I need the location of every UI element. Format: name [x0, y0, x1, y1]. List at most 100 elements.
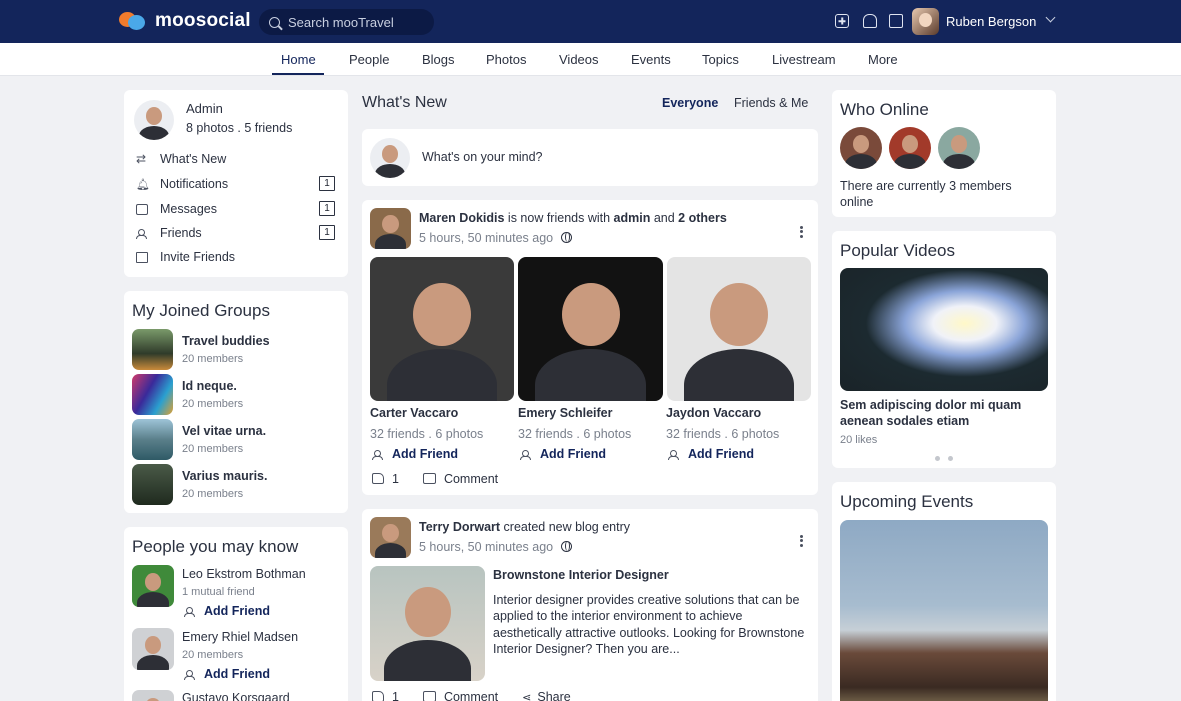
- event-thumbnail[interactable]: [840, 520, 1048, 701]
- post-author-avatar[interactable]: [370, 208, 411, 249]
- nav-blogs[interactable]: Blogs: [422, 52, 455, 67]
- post-time-text: 5 hours, 50 minutes ago: [419, 231, 554, 245]
- menu-friends[interactable]: Friends: [136, 226, 202, 240]
- plus-icon[interactable]: [835, 14, 849, 28]
- post-text: created new blog entry: [503, 520, 630, 534]
- blog-title[interactable]: Brownstone Interior Designer: [493, 568, 669, 582]
- group-name[interactable]: Travel buddies: [182, 334, 270, 348]
- profile-avatar[interactable]: [134, 100, 174, 140]
- add-friend-button[interactable]: Add Friend: [184, 667, 270, 681]
- thumbs-up-icon: [372, 691, 384, 701]
- group-thumb[interactable]: [132, 419, 173, 460]
- add-friend-button[interactable]: Add Friend: [668, 447, 754, 461]
- friend-name[interactable]: Carter Vaccaro: [370, 406, 458, 420]
- add-friend-button[interactable]: Add Friend: [372, 447, 458, 461]
- friend-name[interactable]: Emery Schleifer: [518, 406, 613, 420]
- bell-icon[interactable]: [863, 14, 877, 28]
- add-friend-button[interactable]: Add Friend: [184, 604, 270, 618]
- chevron-down-icon[interactable]: [1045, 12, 1056, 23]
- nav-more[interactable]: More: [868, 52, 898, 67]
- popular-videos-title: Popular Videos: [840, 241, 955, 260]
- comment-button[interactable]: Comment: [422, 690, 498, 701]
- friend-stats: 32 friends . 6 photos: [666, 427, 780, 441]
- user-name[interactable]: Ruben Bergson: [946, 14, 1036, 29]
- menu-label: What's New: [160, 152, 227, 166]
- chat-icon[interactable]: [889, 14, 903, 28]
- group-name[interactable]: Id neque.: [182, 379, 237, 393]
- person-avatar[interactable]: [132, 565, 174, 607]
- friend-photo[interactable]: [370, 257, 514, 401]
- filter-everyone[interactable]: Everyone: [662, 96, 718, 110]
- video-thumbnail[interactable]: [840, 268, 1048, 391]
- person-sub: 1 mutual friend: [182, 586, 255, 598]
- online-member-avatar[interactable]: [938, 127, 980, 169]
- group-name[interactable]: Varius mauris.: [182, 469, 267, 483]
- comment-icon: [422, 473, 436, 484]
- post-author[interactable]: Terry Dorwart: [419, 520, 500, 534]
- group-thumb[interactable]: [132, 464, 173, 505]
- post-mention[interactable]: 2 others: [678, 211, 727, 225]
- more-options-icon[interactable]: [800, 224, 803, 239]
- filter-friends-me[interactable]: Friends & Me: [734, 96, 808, 110]
- like-button[interactable]: 1: [372, 690, 399, 701]
- nav-people[interactable]: People: [349, 52, 389, 67]
- blog-thumbnail[interactable]: [370, 566, 485, 681]
- add-person-icon: [520, 449, 532, 460]
- messages-count: 1: [319, 201, 335, 216]
- online-member-avatar[interactable]: [889, 127, 931, 169]
- group-thumb[interactable]: [132, 374, 173, 415]
- post-author[interactable]: Maren Dokidis: [419, 211, 504, 225]
- top-bar: moosocial Search mooTravel Ruben Bergson: [0, 0, 1181, 43]
- group-thumb[interactable]: [132, 329, 173, 370]
- comment-button[interactable]: Comment: [422, 472, 498, 486]
- group-members: 20 members: [182, 398, 244, 410]
- add-friend-label: Add Friend: [392, 447, 458, 461]
- nav-events[interactable]: Events: [631, 52, 671, 67]
- person-name[interactable]: Gustavo Korsgaard: [182, 691, 290, 701]
- carousel-dot[interactable]: [935, 456, 940, 461]
- share-button[interactable]: ⋖ Share: [522, 690, 571, 701]
- menu-notifications[interactable]: 🔔︎ Notifications: [136, 177, 228, 191]
- profile-stats: 8 photos . 5 friends: [186, 121, 293, 135]
- message-icon: [136, 203, 148, 215]
- like-button[interactable]: 1: [372, 472, 399, 486]
- profile-name[interactable]: Admin: [186, 101, 223, 116]
- nav-home[interactable]: Home: [281, 52, 316, 67]
- more-options-icon[interactable]: [800, 533, 803, 548]
- post-headline: Maren Dokidis is now friends with admin …: [419, 211, 727, 225]
- person-name[interactable]: Emery Rhiel Madsen: [182, 630, 298, 644]
- menu-messages[interactable]: Messages: [136, 202, 217, 216]
- person-avatar[interactable]: [132, 628, 174, 670]
- post-author-avatar[interactable]: [370, 517, 411, 558]
- carousel-dot[interactable]: [948, 456, 953, 461]
- user-avatar[interactable]: [912, 8, 939, 35]
- status-composer[interactable]: What's on your mind?: [362, 129, 818, 186]
- menu-invite-friends[interactable]: Invite Friends: [136, 250, 235, 264]
- add-person-icon: [184, 606, 196, 617]
- person-name[interactable]: Leo Ekstrom Bothman: [182, 567, 306, 581]
- group-name[interactable]: Vel vitae urna.: [182, 424, 266, 438]
- post-time-text: 5 hours, 50 minutes ago: [419, 540, 554, 554]
- friend-photo[interactable]: [518, 257, 663, 401]
- nav-videos[interactable]: Videos: [559, 52, 599, 67]
- friend-stats: 32 friends . 6 photos: [370, 427, 484, 441]
- nav-photos[interactable]: Photos: [486, 52, 526, 67]
- brand-logo[interactable]: moosocial: [119, 10, 251, 32]
- group-members: 20 members: [182, 488, 244, 500]
- search-icon: [269, 16, 280, 28]
- add-friend-label: Add Friend: [688, 447, 754, 461]
- post-mention[interactable]: admin: [614, 211, 651, 225]
- nav-topics[interactable]: Topics: [702, 52, 739, 67]
- friend-photo[interactable]: [667, 257, 811, 401]
- online-member-avatar[interactable]: [840, 127, 882, 169]
- post-time: 5 hours, 50 minutes ago: [419, 231, 573, 245]
- person-avatar[interactable]: [132, 690, 174, 701]
- add-friend-button[interactable]: Add Friend: [520, 447, 606, 461]
- menu-whats-new[interactable]: ⇄ What's New: [136, 152, 226, 166]
- video-title[interactable]: Sem adipiscing dolor mi quam aenean soda…: [840, 397, 1045, 429]
- nav-livestream[interactable]: Livestream: [772, 52, 836, 67]
- arrows-icon: ⇄: [136, 152, 147, 166]
- search-input[interactable]: Search mooTravel: [259, 9, 434, 35]
- comment-icon: [422, 691, 436, 701]
- friend-name[interactable]: Jaydon Vaccaro: [666, 406, 761, 420]
